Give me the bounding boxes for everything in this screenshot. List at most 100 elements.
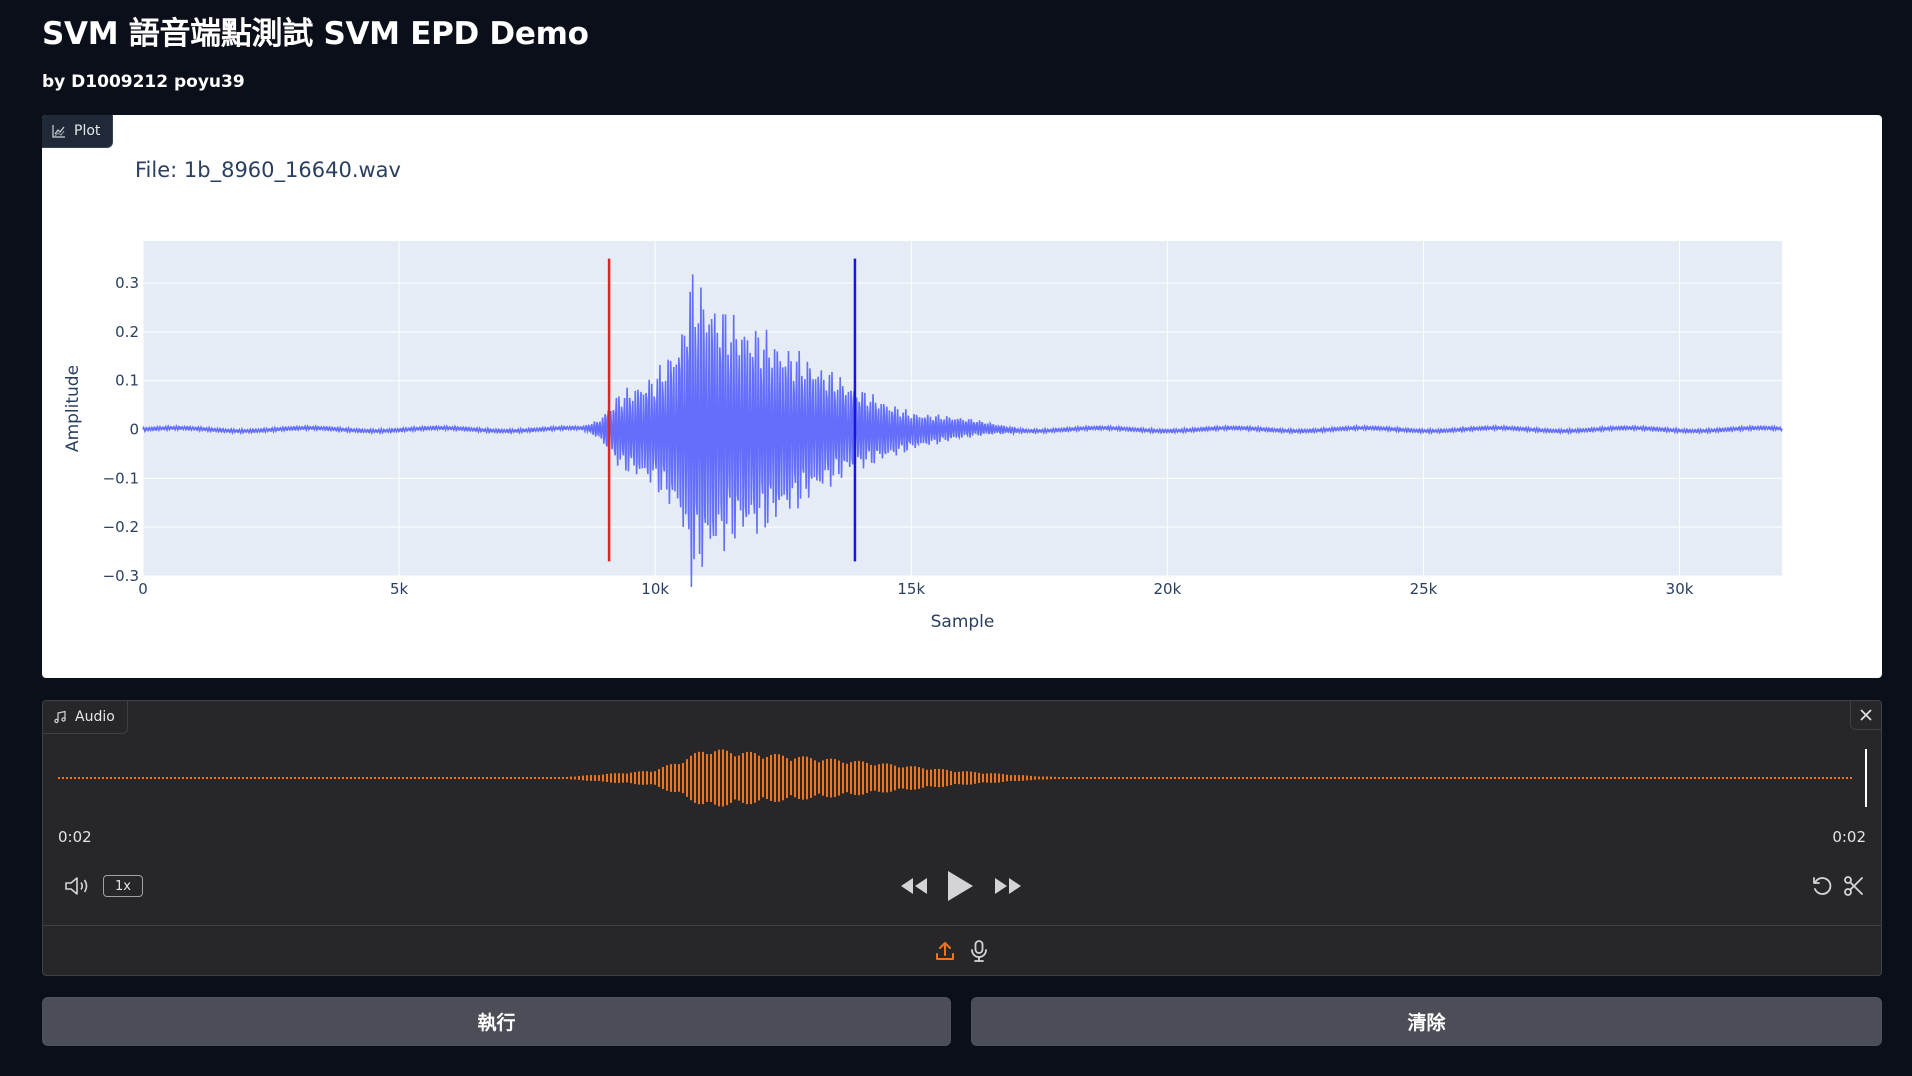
upload-button[interactable]: [932, 938, 958, 964]
waveform-bar: [1038, 776, 1040, 780]
waveform-bar: [106, 777, 108, 779]
waveform-bar: [186, 777, 188, 779]
waveform-bar: [766, 757, 768, 799]
playback-rate-button[interactable]: 1x: [103, 875, 143, 897]
audio-panel: Audio 0:02 0:02 1x: [42, 700, 1882, 976]
waveform-bar: [1694, 777, 1696, 779]
waveform-bar: [1410, 777, 1412, 779]
waveform-bar: [1646, 777, 1648, 779]
waveform-bar: [182, 777, 184, 779]
volume-button[interactable]: [63, 873, 91, 899]
waveform-bar: [746, 751, 748, 805]
waveform-bar: [1030, 775, 1032, 781]
waveform-bar: [282, 777, 284, 779]
reset-button[interactable]: [1809, 873, 1835, 899]
waveform-bar: [674, 763, 676, 793]
waveform-bar: [1754, 777, 1756, 779]
waveform-bar: [998, 773, 1000, 783]
waveform-bar: [1174, 777, 1176, 779]
rewind-icon: [901, 878, 927, 894]
waveform-bar: [1514, 777, 1516, 779]
waveform-bar: [1218, 777, 1220, 779]
waveform-bar: [790, 760, 792, 796]
waveform-bar: [722, 749, 724, 807]
close-button[interactable]: [1850, 701, 1881, 730]
waveform-bar: [1166, 777, 1168, 779]
waveform-bar: [374, 777, 376, 779]
waveform-bar: [850, 762, 852, 794]
waveform-bar: [1354, 777, 1356, 779]
waveform-bar: [686, 759, 688, 797]
waveform-bar: [90, 777, 92, 779]
waveform-bar: [774, 754, 776, 802]
waveform-bar: [1402, 777, 1404, 779]
scissors-icon: [1844, 876, 1863, 896]
waveform-bar: [586, 775, 588, 781]
microphone-button[interactable]: [966, 938, 992, 964]
waveform-bar: [1242, 777, 1244, 779]
waveform-bar: [150, 777, 152, 779]
audio-waveform[interactable]: [43, 739, 1881, 829]
waveform-bar: [1182, 777, 1184, 779]
waveform-bar: [522, 777, 524, 779]
waveform-bar: [1098, 777, 1100, 779]
waveform-bar: [230, 777, 232, 779]
waveform-bar: [86, 777, 88, 779]
waveform-bar: [1714, 777, 1716, 779]
waveform-bar: [1462, 777, 1464, 779]
waveform-bar: [414, 777, 416, 779]
play-button[interactable]: [943, 868, 977, 904]
waveform-bar: [330, 777, 332, 779]
y-axis-label: Amplitude: [63, 365, 83, 452]
waveform-bar: [1618, 777, 1620, 779]
waveform-bar: [1054, 776, 1056, 779]
waveform-bar: [346, 777, 348, 779]
waveform-bar: [1002, 774, 1004, 782]
fast-forward-button[interactable]: [992, 873, 1024, 899]
waveform-bar: [178, 777, 180, 779]
waveform-bar: [490, 777, 492, 779]
run-button[interactable]: 執行: [42, 997, 951, 1046]
waveform-bar: [678, 764, 680, 792]
waveform-bar: [446, 777, 448, 779]
waveform-bar: [954, 772, 956, 784]
waveform-bar: [1482, 777, 1484, 779]
clear-button[interactable]: 清除: [971, 997, 1882, 1046]
playhead[interactable]: [1865, 749, 1867, 807]
waveform-bar: [1422, 777, 1424, 779]
waveform-bar: [274, 777, 276, 779]
trim-button[interactable]: [1841, 873, 1867, 899]
waveform-bar: [890, 764, 892, 792]
waveform-bar: [726, 750, 728, 806]
waveform-bar: [1706, 777, 1708, 779]
waveform-bar: [1726, 777, 1728, 779]
waveform-bar: [870, 764, 872, 792]
waveform-bar: [1678, 777, 1680, 779]
waveform-bar: [846, 763, 848, 793]
waveform-bar: [1602, 777, 1604, 779]
waveform-bar: [534, 777, 536, 779]
waveform-bar: [538, 777, 540, 779]
waveform-bar: [1430, 777, 1432, 779]
waveform-bar: [1662, 777, 1664, 779]
waveform-bar: [194, 777, 196, 779]
waveform-bar: [114, 777, 116, 779]
waveform-bar: [1594, 777, 1596, 779]
waveform-bar: [1282, 777, 1284, 779]
waveform-bar: [434, 777, 436, 779]
x-tick-label: 10k: [641, 580, 669, 598]
waveform-bar: [94, 777, 96, 779]
waveform-bar: [398, 777, 400, 779]
waveform-bar: [1634, 777, 1636, 779]
rewind-button[interactable]: [898, 873, 930, 899]
waveform-bar: [314, 777, 316, 779]
waveform-bar: [582, 775, 584, 781]
waveform-bar: [974, 772, 976, 784]
waveform-bar: [254, 777, 256, 779]
waveform-bar: [1526, 777, 1528, 779]
waveform-bar: [922, 768, 924, 788]
waveform-bar: [1522, 777, 1524, 779]
waveform-bar: [458, 777, 460, 779]
waveform-bar: [1610, 777, 1612, 779]
waveform-bar: [486, 777, 488, 779]
